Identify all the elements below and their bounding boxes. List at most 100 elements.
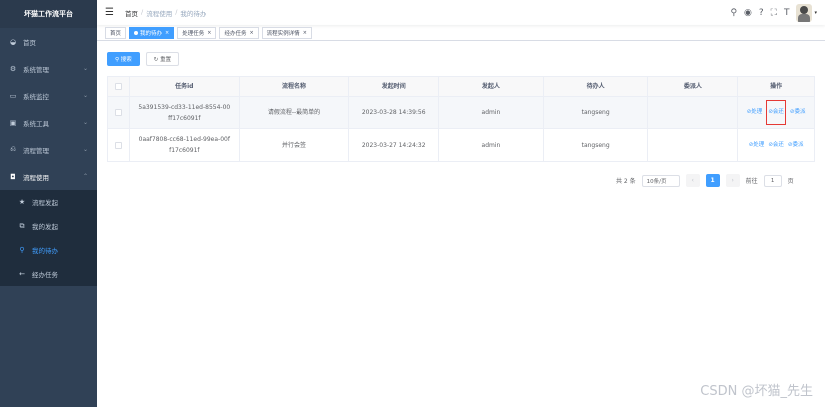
delegate-button[interactable]: ⊘委派 [790,107,806,118]
chevron-down-icon: ⌄ [82,119,88,126]
page-size-select[interactable]: 10条/页 [641,174,680,187]
task-id-line: 0aaf7808-cc68-11ed-99ea-00f [138,136,230,143]
back-arrow-icon: ← [19,270,25,278]
return-button[interactable]: ⊘会还 [768,140,784,151]
sidebar-item-handled-tasks[interactable]: ← 经办任务 [0,262,97,286]
goto-page-input[interactable]: 1 [763,174,782,187]
navbar: ☰ 首页 / 流程使用 / 我的待办 ⚲ ◉ ? ⛶ T ▾ [97,0,825,25]
font-size-icon[interactable]: T [784,8,790,18]
edit-icon: ⧉ [19,221,25,230]
watermark: CSDN @坏猫_先生 [700,384,813,399]
sidebar-item-process-management[interactable]: ⎌ 流程管理 ⌄ [0,136,97,163]
app-main: ⚲ 搜索 ↻ 重置 任务id 流程名称 发起时间 发起人 待办人 委派人 操作 … [97,41,825,407]
tag-home[interactable]: 首页 [105,26,127,39]
app-logo-title[interactable]: 坏猫工作流平台 [0,0,97,28]
help-icon[interactable]: ? [759,8,764,18]
avatar[interactable] [796,3,813,22]
header-checkbox-cell [108,77,130,96]
search-icon[interactable]: ⚲ [730,8,737,18]
chevron-down-icon: ⌄ [82,146,88,153]
process-name-cell: 并行会签 [240,129,350,161]
toolbar: ⚲ 搜索 ↻ 重置 [107,52,180,66]
row-checkbox-cell [108,129,130,161]
monitor-icon: ▭ [9,91,17,100]
table-row[interactable]: 0aaf7808-cc68-11ed-99ea-00f f17c6091f 并行… [108,129,814,161]
breadcrumb-separator: / [141,7,144,16]
sidebar-item-home[interactable]: ◒ 首页 [0,28,97,55]
sidebar-item-start-process[interactable]: ★ 流程发起 [0,190,97,214]
sidebar-item-my-todo[interactable]: ⚲ 我的待办 [0,238,97,262]
tag-label: 首页 [110,30,122,37]
task-id: 5a391539-cd33-11ed-8554-00 ff17c6091f [138,102,230,124]
handle-button[interactable]: ⊘处理 [749,140,765,151]
tag-label: 处理任务 [182,30,205,37]
next-page-button[interactable]: › [725,174,740,187]
handle-button[interactable]: ⊘处理 [747,107,763,118]
sidebar-item-my-started[interactable]: ⧉ 我的发起 [0,214,97,238]
close-icon[interactable]: × [303,30,307,36]
search-button[interactable]: ⚲ 搜索 [107,52,140,66]
active-dot-icon [134,30,139,35]
column-header: 操作 [770,83,783,90]
breadcrumb-separator: / [175,7,178,16]
header-actions: ⚲ ◉ ? ⛶ T ▾ [730,0,817,25]
row-checkbox[interactable] [114,109,122,116]
breadcrumb: 首页 / 流程使用 / 我的待办 [125,8,206,18]
start-time-cell: 2023-03-28 14:39:56 [349,97,440,128]
column-header: 流程名称 [240,77,350,96]
column-header: 委派人 [648,77,739,96]
tag-process-instance-detail[interactable]: 流程实例详情 × [261,26,312,39]
starter-cell: admin [439,129,544,161]
submenu-process-usage: ★ 流程发起 ⧉ 我的发起 ⚲ 我的待办 ← 经办任务 [0,190,97,286]
todo-table: 任务id 流程名称 发起时间 发起人 待办人 委派人 操作 5a391539-c… [107,76,815,162]
caret-down-icon[interactable]: ▾ [814,10,817,16]
delegate-cell [648,97,739,128]
sidebar-item-label: 系统管理 [23,65,49,74]
page-number-current[interactable]: 1 [705,174,720,187]
sidebar-item-label: 首页 [23,38,36,47]
task-id-line: f17c6091f [169,147,200,154]
table-header: 任务id 流程名称 发起时间 发起人 待办人 委派人 操作 [108,77,814,97]
column-header: 待办人 [544,77,649,96]
fullscreen-icon[interactable]: ⛶ [771,8,777,18]
sidebar: 坏猫工作流平台 ◒ 首页 ⚙ 系统管理 ⌄ ▭ 系统监控 ⌄ ▣ 系统工具 ⌄ … [0,0,97,407]
assignee-cell: tangseng [544,97,649,128]
breadcrumb-current: 我的待办 [180,9,207,18]
table-row[interactable]: 5a391539-cd33-11ed-8554-00 ff17c6091f 请假… [108,97,814,129]
column-header: 发起人 [439,77,544,96]
operations-cell: ⊘处理 ⊘会还 ⊘委派 [738,97,814,128]
sidebar-item-label: 流程使用 [23,173,49,182]
return-button[interactable]: ⊘会还 [766,100,786,125]
sidebar-item-label: 经办任务 [32,271,58,279]
sidebar-item-system-tools[interactable]: ▣ 系统工具 ⌄ [0,109,97,136]
select-all-checkbox[interactable] [114,83,122,90]
sidebar-item-label: 流程管理 [23,146,49,155]
close-icon[interactable]: × [165,30,169,36]
github-icon[interactable]: ◉ [744,8,752,18]
tag-my-todo[interactable]: 我的待办 × [129,26,175,39]
sidebar-item-label: 流程发起 [32,199,58,207]
sidebar-item-system-management[interactable]: ⚙ 系统管理 ⌄ [0,55,97,82]
chevron-down-icon: ⌄ [82,65,88,72]
prev-page-button[interactable]: ‹ [685,174,700,187]
tag-label: 经办任务 [224,30,247,37]
gear-icon: ⚙ [9,64,17,73]
tag-handled-tasks[interactable]: 经办任务 × [219,26,259,39]
task-id-line: 5a391539-cd33-11ed-8554-00 [138,103,231,111]
sidebar-item-process-usage[interactable]: ◘ 流程使用 ⌃ [0,163,97,190]
hamburger-icon[interactable]: ☰ [105,7,117,18]
delegate-button[interactable]: ⊘委派 [788,140,804,151]
close-icon[interactable]: × [207,30,211,36]
tags-view: 首页 我的待办 × 处理任务 × 经办任务 × 流程实例详情 × [97,25,825,41]
pagination: 共 2 条 10条/页 ‹ 1 › 前往 1 页 [616,174,794,187]
breadcrumb-level1: 流程使用 [146,9,173,18]
tag-handle-task[interactable]: 处理任务 × [177,26,217,39]
close-icon[interactable]: × [249,30,253,36]
breadcrumb-home[interactable]: 首页 [125,8,138,18]
row-checkbox[interactable] [114,141,122,149]
chevron-down-icon: ⌄ [82,92,88,99]
reset-button[interactable]: ↻ 重置 [145,52,180,66]
starter-cell: admin [439,97,544,128]
column-header: 任务id [130,77,240,96]
sidebar-item-system-monitor[interactable]: ▭ 系统监控 ⌄ [0,82,97,109]
